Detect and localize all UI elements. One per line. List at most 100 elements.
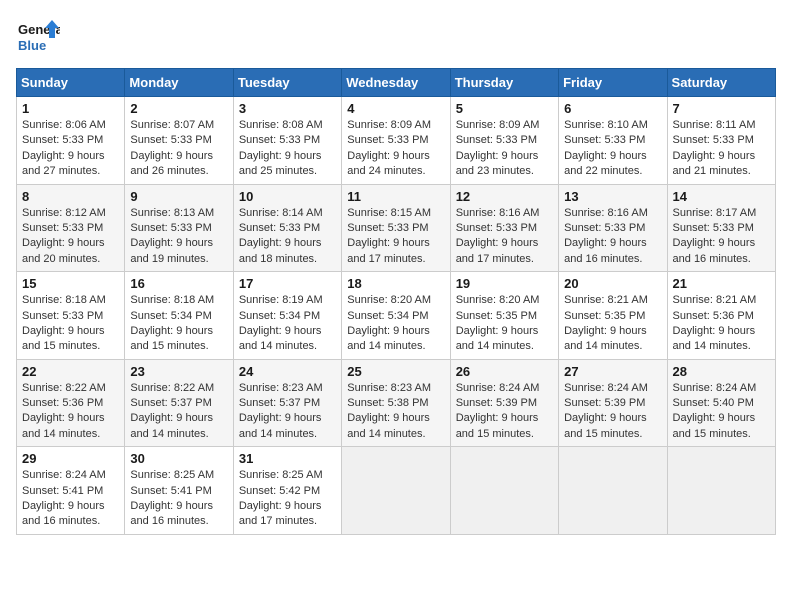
cell-info: Sunrise: 8:23 AM Sunset: 5:38 PM Dayligh…	[347, 381, 444, 443]
cell-info: Sunrise: 8:16 AM Sunset: 5:33 PM Dayligh…	[456, 206, 553, 268]
day-number: 23	[130, 364, 227, 379]
cell-info: Sunrise: 8:12 AM Sunset: 5:33 PM Dayligh…	[22, 206, 119, 268]
cell-info: Sunrise: 8:21 AM Sunset: 5:35 PM Dayligh…	[564, 293, 661, 355]
cell-info: Sunrise: 8:21 AM Sunset: 5:36 PM Dayligh…	[673, 293, 770, 355]
calendar-cell: 31 Sunrise: 8:25 AM Sunset: 5:42 PM Dayl…	[233, 447, 341, 535]
calendar-cell: 26 Sunrise: 8:24 AM Sunset: 5:39 PM Dayl…	[450, 359, 558, 447]
calendar-cell: 24 Sunrise: 8:23 AM Sunset: 5:37 PM Dayl…	[233, 359, 341, 447]
day-number: 5	[456, 101, 553, 116]
calendar-cell: 23 Sunrise: 8:22 AM Sunset: 5:37 PM Dayl…	[125, 359, 233, 447]
calendar-cell: 15 Sunrise: 8:18 AM Sunset: 5:33 PM Dayl…	[17, 272, 125, 360]
day-number: 21	[673, 276, 770, 291]
calendar-week-row: 22 Sunrise: 8:22 AM Sunset: 5:36 PM Dayl…	[17, 359, 776, 447]
cell-info: Sunrise: 8:22 AM Sunset: 5:37 PM Dayligh…	[130, 381, 227, 443]
calendar-cell	[450, 447, 558, 535]
calendar-cell: 20 Sunrise: 8:21 AM Sunset: 5:35 PM Dayl…	[559, 272, 667, 360]
calendar-cell: 13 Sunrise: 8:16 AM Sunset: 5:33 PM Dayl…	[559, 184, 667, 272]
cell-info: Sunrise: 8:11 AM Sunset: 5:33 PM Dayligh…	[673, 118, 770, 180]
day-number: 12	[456, 189, 553, 204]
day-number: 6	[564, 101, 661, 116]
calendar-cell	[667, 447, 775, 535]
day-number: 10	[239, 189, 336, 204]
cell-info: Sunrise: 8:14 AM Sunset: 5:33 PM Dayligh…	[239, 206, 336, 268]
cell-info: Sunrise: 8:07 AM Sunset: 5:33 PM Dayligh…	[130, 118, 227, 180]
calendar-cell: 8 Sunrise: 8:12 AM Sunset: 5:33 PM Dayli…	[17, 184, 125, 272]
calendar-cell	[342, 447, 450, 535]
calendar-cell: 30 Sunrise: 8:25 AM Sunset: 5:41 PM Dayl…	[125, 447, 233, 535]
cell-info: Sunrise: 8:18 AM Sunset: 5:34 PM Dayligh…	[130, 293, 227, 355]
day-header-saturday: Saturday	[667, 69, 775, 97]
calendar-cell: 27 Sunrise: 8:24 AM Sunset: 5:39 PM Dayl…	[559, 359, 667, 447]
day-number: 8	[22, 189, 119, 204]
day-number: 13	[564, 189, 661, 204]
calendar-cell: 16 Sunrise: 8:18 AM Sunset: 5:34 PM Dayl…	[125, 272, 233, 360]
calendar-cell: 4 Sunrise: 8:09 AM Sunset: 5:33 PM Dayli…	[342, 97, 450, 185]
calendar-cell: 25 Sunrise: 8:23 AM Sunset: 5:38 PM Dayl…	[342, 359, 450, 447]
calendar-cell	[559, 447, 667, 535]
cell-info: Sunrise: 8:24 AM Sunset: 5:39 PM Dayligh…	[564, 381, 661, 443]
day-number: 4	[347, 101, 444, 116]
cell-info: Sunrise: 8:17 AM Sunset: 5:33 PM Dayligh…	[673, 206, 770, 268]
day-header-sunday: Sunday	[17, 69, 125, 97]
day-number: 16	[130, 276, 227, 291]
day-number: 7	[673, 101, 770, 116]
cell-info: Sunrise: 8:09 AM Sunset: 5:33 PM Dayligh…	[347, 118, 444, 180]
day-number: 29	[22, 451, 119, 466]
calendar-cell: 2 Sunrise: 8:07 AM Sunset: 5:33 PM Dayli…	[125, 97, 233, 185]
page-header: General Blue	[16, 16, 776, 60]
logo-icon: General Blue	[16, 16, 60, 60]
calendar-cell: 17 Sunrise: 8:19 AM Sunset: 5:34 PM Dayl…	[233, 272, 341, 360]
day-number: 18	[347, 276, 444, 291]
day-number: 28	[673, 364, 770, 379]
calendar-cell: 12 Sunrise: 8:16 AM Sunset: 5:33 PM Dayl…	[450, 184, 558, 272]
day-number: 1	[22, 101, 119, 116]
calendar-cell: 9 Sunrise: 8:13 AM Sunset: 5:33 PM Dayli…	[125, 184, 233, 272]
day-number: 31	[239, 451, 336, 466]
day-header-thursday: Thursday	[450, 69, 558, 97]
cell-info: Sunrise: 8:24 AM Sunset: 5:40 PM Dayligh…	[673, 381, 770, 443]
day-number: 2	[130, 101, 227, 116]
calendar-cell: 11 Sunrise: 8:15 AM Sunset: 5:33 PM Dayl…	[342, 184, 450, 272]
calendar-week-row: 15 Sunrise: 8:18 AM Sunset: 5:33 PM Dayl…	[17, 272, 776, 360]
day-number: 9	[130, 189, 227, 204]
calendar-cell: 3 Sunrise: 8:08 AM Sunset: 5:33 PM Dayli…	[233, 97, 341, 185]
calendar-cell: 29 Sunrise: 8:24 AM Sunset: 5:41 PM Dayl…	[17, 447, 125, 535]
day-number: 15	[22, 276, 119, 291]
day-number: 27	[564, 364, 661, 379]
calendar-week-row: 8 Sunrise: 8:12 AM Sunset: 5:33 PM Dayli…	[17, 184, 776, 272]
cell-info: Sunrise: 8:10 AM Sunset: 5:33 PM Dayligh…	[564, 118, 661, 180]
calendar-header-row: SundayMondayTuesdayWednesdayThursdayFrid…	[17, 69, 776, 97]
calendar-cell: 7 Sunrise: 8:11 AM Sunset: 5:33 PM Dayli…	[667, 97, 775, 185]
cell-info: Sunrise: 8:09 AM Sunset: 5:33 PM Dayligh…	[456, 118, 553, 180]
cell-info: Sunrise: 8:18 AM Sunset: 5:33 PM Dayligh…	[22, 293, 119, 355]
day-header-monday: Monday	[125, 69, 233, 97]
cell-info: Sunrise: 8:13 AM Sunset: 5:33 PM Dayligh…	[130, 206, 227, 268]
cell-info: Sunrise: 8:08 AM Sunset: 5:33 PM Dayligh…	[239, 118, 336, 180]
cell-info: Sunrise: 8:16 AM Sunset: 5:33 PM Dayligh…	[564, 206, 661, 268]
day-number: 3	[239, 101, 336, 116]
cell-info: Sunrise: 8:06 AM Sunset: 5:33 PM Dayligh…	[22, 118, 119, 180]
cell-info: Sunrise: 8:24 AM Sunset: 5:39 PM Dayligh…	[456, 381, 553, 443]
day-number: 20	[564, 276, 661, 291]
day-number: 22	[22, 364, 119, 379]
cell-info: Sunrise: 8:15 AM Sunset: 5:33 PM Dayligh…	[347, 206, 444, 268]
calendar-cell: 22 Sunrise: 8:22 AM Sunset: 5:36 PM Dayl…	[17, 359, 125, 447]
day-number: 25	[347, 364, 444, 379]
cell-info: Sunrise: 8:22 AM Sunset: 5:36 PM Dayligh…	[22, 381, 119, 443]
calendar-week-row: 29 Sunrise: 8:24 AM Sunset: 5:41 PM Dayl…	[17, 447, 776, 535]
day-number: 11	[347, 189, 444, 204]
day-header-tuesday: Tuesday	[233, 69, 341, 97]
calendar-cell: 14 Sunrise: 8:17 AM Sunset: 5:33 PM Dayl…	[667, 184, 775, 272]
calendar-cell: 1 Sunrise: 8:06 AM Sunset: 5:33 PM Dayli…	[17, 97, 125, 185]
calendar-cell: 28 Sunrise: 8:24 AM Sunset: 5:40 PM Dayl…	[667, 359, 775, 447]
day-number: 30	[130, 451, 227, 466]
calendar-week-row: 1 Sunrise: 8:06 AM Sunset: 5:33 PM Dayli…	[17, 97, 776, 185]
day-header-friday: Friday	[559, 69, 667, 97]
cell-info: Sunrise: 8:24 AM Sunset: 5:41 PM Dayligh…	[22, 468, 119, 530]
calendar-cell: 19 Sunrise: 8:20 AM Sunset: 5:35 PM Dayl…	[450, 272, 558, 360]
cell-info: Sunrise: 8:20 AM Sunset: 5:35 PM Dayligh…	[456, 293, 553, 355]
logo: General Blue	[16, 16, 60, 60]
day-number: 19	[456, 276, 553, 291]
calendar-table: SundayMondayTuesdayWednesdayThursdayFrid…	[16, 68, 776, 535]
cell-info: Sunrise: 8:25 AM Sunset: 5:41 PM Dayligh…	[130, 468, 227, 530]
